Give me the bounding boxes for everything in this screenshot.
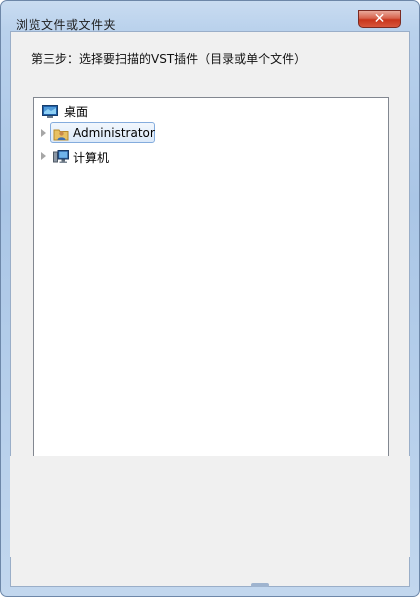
desktop-icon	[42, 103, 58, 119]
title-bar[interactable]: 浏览文件或文件夹 ✕	[1, 1, 419, 32]
tree-item-desktop[interactable]: 桌面	[34, 101, 384, 121]
dialog-window: 浏览文件或文件夹 ✕ 第三步：选择要扫描的VST插件（目录或单个文件） 桌面 A…	[0, 0, 420, 597]
tree-item-label: 桌面	[64, 105, 89, 119]
close-button[interactable]: ✕	[358, 10, 401, 28]
folder-tree[interactable]: 桌面 Administrator 计算机	[33, 97, 389, 477]
close-icon: ✕	[373, 11, 386, 27]
computer-icon	[53, 149, 69, 165]
expand-arrow-icon[interactable]	[41, 129, 46, 137]
button-area	[10, 456, 410, 557]
tree-item-administrator[interactable]: Administrator	[34, 122, 384, 144]
tree-item-computer[interactable]: 计算机	[34, 147, 384, 167]
instruction-text: 第三步：选择要扫描的VST插件（目录或单个文件）	[31, 52, 307, 66]
tree-item-label: Administrator	[73, 126, 155, 140]
resize-grip[interactable]	[251, 583, 269, 587]
expand-arrow-icon[interactable]	[41, 152, 46, 160]
user-folder-icon	[53, 126, 69, 142]
tree-item-label: 计算机	[73, 151, 110, 165]
